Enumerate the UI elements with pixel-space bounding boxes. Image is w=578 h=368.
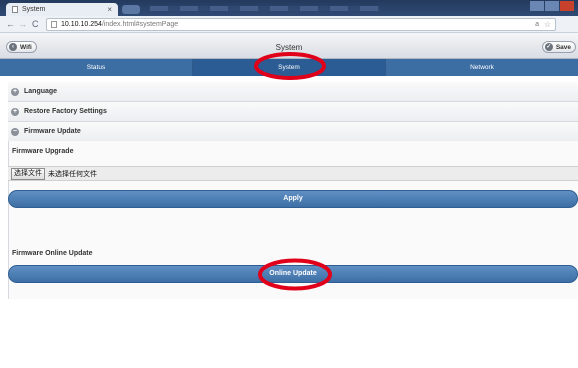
translate-icon[interactable]: a [535,21,539,28]
check-icon: ✓ [544,43,553,51]
minus-icon: − [11,127,19,136]
new-tab-button[interactable] [122,5,140,14]
tab-status[interactable]: Status [0,59,193,76]
apply-button[interactable]: Apply [8,190,578,208]
save-button-label: Save [555,43,571,51]
address-bar[interactable]: 10.10.10.254 /index.html#systemPage a ☆ [46,18,556,31]
plus-icon: + [11,107,19,116]
tab-system[interactable]: System [193,59,386,76]
blurred-tab-area [150,6,380,11]
bookmark-star-icon[interactable]: ☆ [544,20,551,29]
online-update-heading: Firmware Online Update [12,250,93,257]
back-icon[interactable]: ← [6,19,15,29]
page: System × ← → C 10.10.10.254 /index.html#… [0,0,578,368]
close-tab-icon[interactable]: × [107,5,118,14]
browser-tab-strip: System × [0,0,578,16]
close-window-button[interactable] [560,1,574,11]
firmware-section-label: Firmware Update [24,128,81,135]
forward-icon[interactable]: → [18,19,27,29]
firmware-upgrade-heading: Firmware Upgrade [12,148,74,155]
online-update-button[interactable]: Online Update [8,265,578,283]
save-button[interactable]: ✓ Save [541,41,576,53]
language-section-label: Language [24,88,58,95]
restore-factory-section[interactable]: + Restore Factory Settings [8,102,578,122]
page-title: System [275,43,303,52]
firmware-update-section[interactable]: − Firmware Update [8,122,578,142]
window-controls [530,1,574,11]
language-section[interactable]: + Language [8,82,578,102]
choose-file-button[interactable]: 选择文件 [11,167,45,180]
browser-toolbar: ← → C 10.10.10.254 /index.html#systemPag… [0,16,578,33]
restore-section-label: Restore Factory Settings [24,108,107,115]
app-header: ‹ Wifi System ✓ Save [0,33,578,59]
firmware-file-input[interactable]: 选择文件 未选择任何文件 [8,166,578,181]
page-icon [51,21,57,28]
plus-icon: + [11,87,19,96]
browser-tab-title: System [22,6,46,13]
browser-tab[interactable]: System × [6,3,118,16]
maximize-button[interactable] [545,1,559,11]
tab-network[interactable]: Network [386,59,578,76]
nav-bar: Status System Network [0,59,578,76]
url-host: 10.10.10.254 [61,21,102,28]
url-path: /index.html#systemPage [101,21,179,28]
minimize-button[interactable] [530,1,544,11]
page-icon [12,6,18,13]
reload-icon[interactable]: C [32,19,39,29]
no-file-text: 未选择任何文件 [48,170,97,178]
